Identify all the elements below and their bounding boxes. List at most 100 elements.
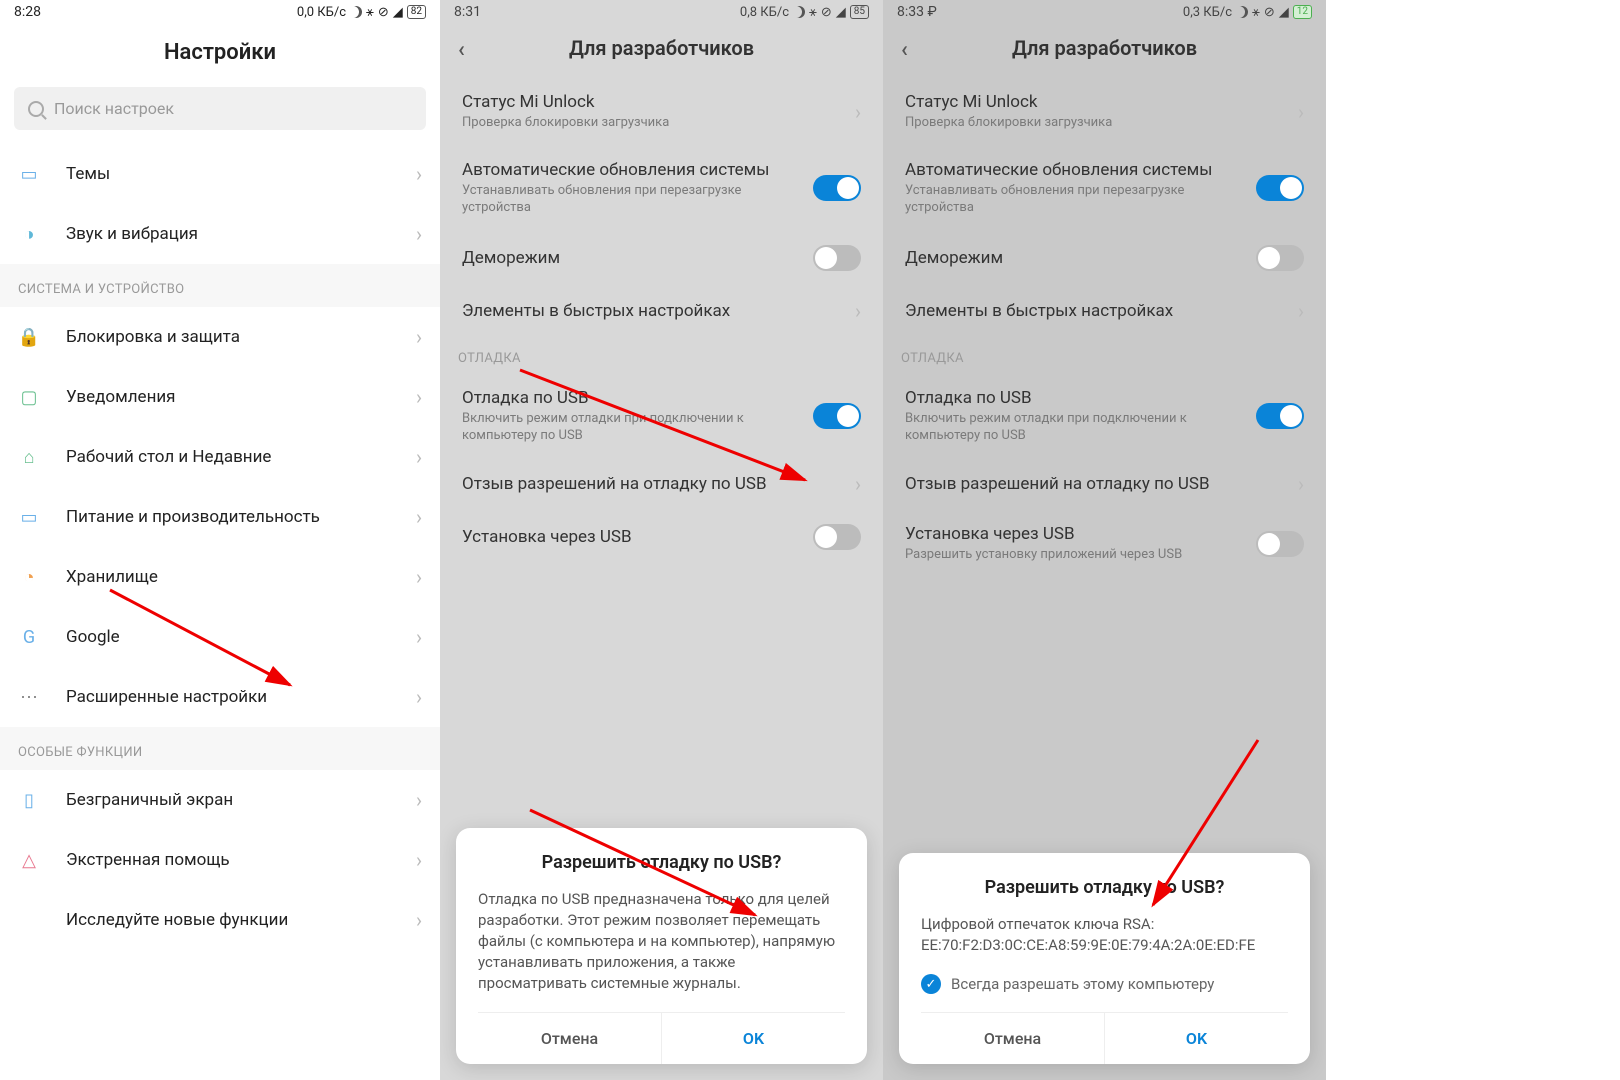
dev-item[interactable]: Автоматические обновления системы Устана… (440, 146, 883, 231)
settings-item[interactable]: Исследуйте новые функции › (0, 890, 440, 950)
dialog-rsa: Разрешить отладку по USB? Цифровой отпеч… (899, 853, 1310, 1064)
back-button[interactable]: ‹ (458, 38, 465, 63)
dev-item[interactable]: Установка через USB (440, 510, 883, 564)
sos-icon: △ (18, 849, 40, 871)
dnd-icon (793, 6, 805, 18)
settings-item[interactable]: ◔ Хранилище › (0, 547, 440, 607)
pane-developer-2: 8:33 ₽ 0,3 КБ/с ⚹ ⊘ ◢ 12 ‹ Для разработч… (883, 0, 1326, 1080)
chevron-right-icon: › (1298, 299, 1304, 323)
item-subtitle: Включить режим отладки при подключении к… (905, 411, 1256, 445)
status-bar: 8:33 ₽ 0,3 КБ/с ⚹ ⊘ ◢ 12 (883, 0, 1326, 22)
alarm-icon: ⊘ (821, 5, 832, 20)
toggle-switch[interactable] (1256, 531, 1304, 557)
toggle-switch[interactable] (1256, 403, 1304, 429)
dev-item[interactable]: Деморежим (883, 231, 1326, 285)
ok-button[interactable]: OK (662, 1013, 845, 1064)
toggle-switch[interactable] (813, 175, 861, 201)
dev-item[interactable]: Отладка по USB Включить режим отладки пр… (440, 374, 883, 459)
dev-item[interactable]: Отзыв разрешений на отладку по USB › (883, 458, 1326, 510)
cancel-button[interactable]: Отмена (921, 1013, 1105, 1064)
dev-item[interactable]: Установка через USB Разрешить установку … (883, 510, 1326, 578)
page-title: ‹ Для разработчиков (440, 22, 883, 78)
battery-icon: ▭ (18, 506, 40, 528)
dev-item[interactable]: Отладка по USB Включить режим отладки пр… (883, 374, 1326, 459)
item-title: Отладка по USB (462, 388, 813, 408)
toggle-switch[interactable] (1256, 175, 1304, 201)
ok-button[interactable]: OK (1105, 1013, 1288, 1064)
chevron-right-icon: › (416, 162, 422, 186)
wifi-icon: ◢ (1279, 5, 1289, 20)
dev-item[interactable]: Отзыв разрешений на отладку по USB › (440, 458, 883, 510)
item-title: Автоматические обновления системы (905, 160, 1256, 180)
dev-item[interactable]: Статус Mi Unlock Проверка блокировки заг… (883, 78, 1326, 146)
chevron-right-icon: › (416, 325, 422, 349)
toggle-switch[interactable] (813, 403, 861, 429)
item-subtitle: Разрешить установку приложений через USB (905, 547, 1256, 564)
item-label: Темы (66, 164, 416, 184)
chevron-right-icon: › (416, 625, 422, 649)
bluetooth-icon: ⚹ (809, 5, 817, 20)
item-title: Установка через USB (905, 524, 1256, 544)
settings-item[interactable]: ⌂ Рабочий стол и Недавние › (0, 427, 440, 487)
section-header: ОТЛАДКА (440, 337, 883, 374)
settings-item[interactable]: △ Экстренная помощь › (0, 830, 440, 890)
settings-item[interactable]: 🔒 Блокировка и защита › (0, 307, 440, 367)
bluetooth-icon: ⚹ (366, 5, 374, 20)
toggle-switch[interactable] (813, 245, 861, 271)
dev-item[interactable]: Автоматические обновления системы Устана… (883, 146, 1326, 231)
dnd-icon (350, 6, 362, 18)
section-header: ОТЛАДКА (883, 337, 1326, 374)
screen-icon: ▯ (18, 789, 40, 811)
chevron-right-icon: › (416, 908, 422, 932)
item-label: Хранилище (66, 567, 416, 587)
settings-item[interactable]: ◑ Звук и вибрация › (0, 204, 440, 264)
sound-icon: ◑ (18, 223, 40, 245)
dev-item[interactable]: Статус Mi Unlock Проверка блокировки заг… (440, 78, 883, 146)
google-icon: G (18, 626, 40, 648)
settings-item[interactable]: ▯ Безграничный экран › (0, 770, 440, 830)
item-label: Исследуйте новые функции (66, 910, 416, 930)
dev-item[interactable]: Элементы в быстрых настройках › (440, 285, 883, 337)
search-input[interactable]: Поиск настроек (14, 87, 426, 130)
toggle-switch[interactable] (813, 524, 861, 550)
themes-icon: ▭ (18, 163, 40, 185)
settings-item[interactable]: ▭ Питание и производительность › (0, 487, 440, 547)
dev-item[interactable]: Деморежим (440, 231, 883, 285)
battery-icon: 82 (407, 5, 426, 19)
search-placeholder: Поиск настроек (54, 99, 174, 118)
dialog-usb-debug: Разрешить отладку по USB? Отладка по USB… (456, 828, 867, 1064)
settings-item[interactable]: ⋯ Расширенные настройки › (0, 667, 440, 727)
chevron-right-icon: › (416, 788, 422, 812)
status-bar: 8:31 0,8 КБ/с ⚹ ⊘ ◢ 85 (440, 0, 883, 22)
page-title: ‹ Для разработчиков (883, 22, 1326, 78)
dialog-title: Разрешить отладку по USB? (478, 852, 845, 873)
chevron-right-icon: › (416, 505, 422, 529)
item-subtitle: Устанавливать обновления при перезагрузк… (905, 183, 1256, 217)
item-title: Автоматические обновления системы (462, 160, 813, 180)
-icon (18, 909, 40, 931)
item-subtitle: Устанавливать обновления при перезагрузк… (462, 183, 813, 217)
item-label: Google (66, 627, 416, 647)
toggle-switch[interactable] (1256, 245, 1304, 271)
dev-item[interactable]: Элементы в быстрых настройках › (883, 285, 1326, 337)
settings-item[interactable]: ▭ Темы › (0, 144, 440, 204)
notif-icon: ▢ (18, 386, 40, 408)
battery-icon: 85 (850, 5, 869, 19)
status-time: 8:28 (14, 4, 41, 20)
wifi-icon: ◢ (836, 5, 846, 20)
item-label: Уведомления (66, 387, 416, 407)
settings-item[interactable]: ▢ Уведомления › (0, 367, 440, 427)
status-time: 8:33 ₽ (897, 4, 937, 20)
alarm-icon: ⊘ (378, 5, 389, 20)
dialog-title: Разрешить отладку по USB? (921, 877, 1288, 898)
always-allow-checkbox[interactable]: ✓ Всегда разрешать этому компьютеру (921, 974, 1288, 994)
item-title: Элементы в быстрых настройках (462, 301, 855, 321)
settings-item[interactable]: G Google › (0, 607, 440, 667)
check-icon: ✓ (921, 974, 941, 994)
back-button[interactable]: ‹ (901, 38, 908, 63)
item-subtitle: Проверка блокировки загрузчика (905, 115, 1298, 132)
chevron-right-icon: › (416, 565, 422, 589)
chevron-right-icon: › (1298, 472, 1304, 496)
cancel-button[interactable]: Отмена (478, 1013, 662, 1064)
item-subtitle: Включить режим отладки при подключении к… (462, 411, 813, 445)
